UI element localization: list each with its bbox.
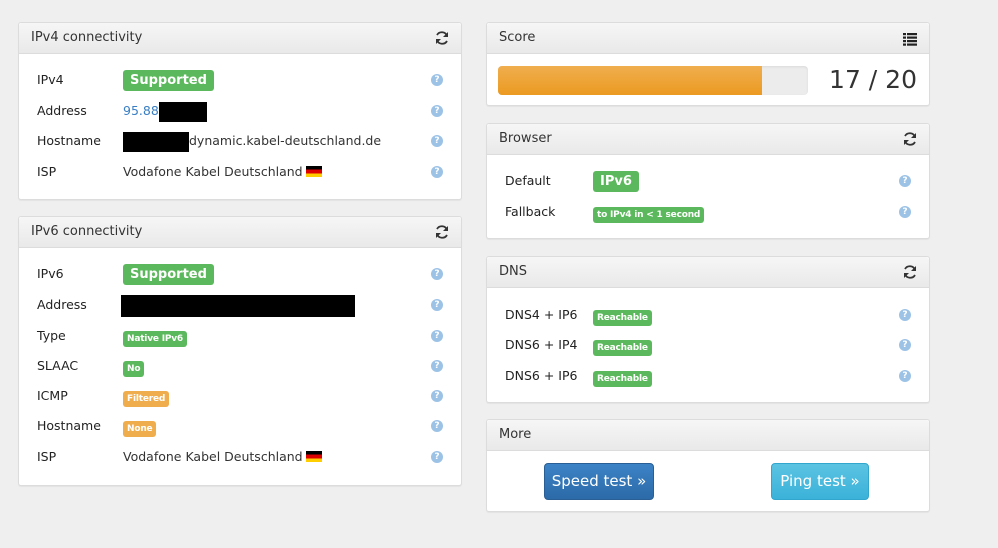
ipv4-panel-title: IPv4 connectivity xyxy=(31,30,143,45)
dns-row: DNS6 + IP6 Reachable ? xyxy=(487,366,929,388)
refresh-icon[interactable] xyxy=(434,224,450,240)
dns-row: DNS4 + IP6 Reachable ? xyxy=(487,305,929,327)
status-badge: Reachable xyxy=(593,371,652,387)
isp-value: Vodafone Kabel Deutschland xyxy=(123,164,303,179)
status-badge: None xyxy=(123,421,157,437)
help-icon[interactable]: ? xyxy=(431,330,443,342)
ipv6-row-ipv6: IPv6 Supported ? xyxy=(19,264,461,286)
row-label: Address xyxy=(37,103,87,118)
row-label: DNS6 + IP6 xyxy=(505,368,578,383)
dns-panel-title: DNS xyxy=(499,264,527,279)
row-label: ISP xyxy=(37,164,57,179)
refresh-icon[interactable] xyxy=(434,30,450,46)
help-icon[interactable]: ? xyxy=(431,299,443,311)
help-icon[interactable]: ? xyxy=(431,390,443,402)
help-icon[interactable]: ? xyxy=(899,309,911,321)
row-label: Address xyxy=(37,297,87,312)
row-label: Hostname xyxy=(37,418,101,433)
redacted-block xyxy=(121,295,355,317)
help-icon[interactable]: ? xyxy=(431,420,443,432)
ipv4-hostname-value: dynamic.kabel-deutschland.de xyxy=(189,133,382,148)
browser-panel: Browser Default IPv6 ? Fallback to IPv4 … xyxy=(486,123,930,239)
help-icon[interactable]: ? xyxy=(431,268,443,280)
row-label: DNS4 + IP6 xyxy=(505,307,578,322)
more-panel-title: More xyxy=(499,427,532,442)
status-badge: Supported xyxy=(123,70,214,91)
score-progress-fill xyxy=(498,66,762,95)
ipv6-connectivity-panel: IPv6 connectivity IPv6 Supported ? Addre… xyxy=(18,216,462,486)
help-icon[interactable]: ? xyxy=(431,360,443,372)
de-flag-icon xyxy=(305,166,322,177)
help-icon[interactable]: ? xyxy=(431,166,443,178)
help-icon[interactable]: ? xyxy=(899,175,911,187)
ipv6-row-isp: ISP Vodafone Kabel Deutschland ? xyxy=(19,447,461,469)
browser-panel-title: Browser xyxy=(499,131,552,146)
score-value: 17 / 20 xyxy=(829,65,917,94)
ipv6-row-slaac: SLAAC No ? xyxy=(19,356,461,378)
redacted-block xyxy=(158,101,207,122)
ipv6-row-address: Address ? xyxy=(19,295,461,317)
ipv4-row-ipv4: IPv4 Supported ? xyxy=(19,70,461,92)
help-icon[interactable]: ? xyxy=(899,370,911,382)
row-label: Type xyxy=(37,328,66,343)
row-label: Default xyxy=(505,173,551,188)
status-badge: Reachable xyxy=(593,310,652,326)
ipv6-panel-heading: IPv6 connectivity xyxy=(19,217,461,248)
status-badge: IPv6 xyxy=(593,171,639,192)
refresh-icon[interactable] xyxy=(902,131,918,147)
score-progress-bar xyxy=(498,66,808,95)
speed-test-button[interactable]: Speed test » xyxy=(544,463,654,500)
row-label: ICMP xyxy=(37,388,68,403)
dns-panel: DNS DNS4 + IP6 Reachable ? DNS6 + IP4 Re… xyxy=(486,256,930,403)
help-icon[interactable]: ? xyxy=(431,451,443,463)
score-panel: Score 17 / 20 xyxy=(486,22,930,106)
status-badge: Native IPv6 xyxy=(123,331,187,347)
ipv6-row-icmp: ICMP Filtered ? xyxy=(19,386,461,408)
ipv4-panel-heading: IPv4 connectivity xyxy=(19,23,461,54)
dns-panel-heading: DNS xyxy=(487,257,929,288)
ipv4-row-hostname: Hostname dynamic.kabel-deutschland.de ? xyxy=(19,131,461,153)
browser-panel-heading: Browser xyxy=(487,124,929,155)
ipv6-row-type: Type Native IPv6 ? xyxy=(19,326,461,348)
dns-row: DNS6 + IP4 Reachable ? xyxy=(487,335,929,357)
row-label: IPv6 xyxy=(37,266,64,281)
status-badge: No xyxy=(123,361,145,377)
row-label: Fallback xyxy=(505,204,556,219)
row-label: Hostname xyxy=(37,133,101,148)
ipv4-row-address: Address 95.88 ? xyxy=(19,101,461,123)
ipv4-row-isp: ISP Vodafone Kabel Deutschland ? xyxy=(19,162,461,184)
redacted-block xyxy=(123,131,189,152)
help-icon[interactable]: ? xyxy=(899,206,911,218)
ipv4-address-link[interactable]: 95.88 xyxy=(123,103,159,118)
more-panel-heading: More xyxy=(487,420,929,451)
status-badge: Reachable xyxy=(593,340,652,356)
score-panel-heading: Score xyxy=(487,23,929,54)
score-panel-title: Score xyxy=(499,30,536,45)
help-icon[interactable]: ? xyxy=(431,135,443,147)
more-panel: More Speed test » Ping test » xyxy=(486,419,930,512)
ipv6-panel-title: IPv6 connectivity xyxy=(31,224,143,239)
ping-test-button[interactable]: Ping test » xyxy=(771,463,869,500)
isp-value: Vodafone Kabel Deutschland xyxy=(123,449,303,464)
help-icon[interactable]: ? xyxy=(431,105,443,117)
help-icon[interactable]: ? xyxy=(431,74,443,86)
ipv6-row-hostname: Hostname None ? xyxy=(19,416,461,438)
status-badge: Filtered xyxy=(123,391,170,407)
row-label: SLAAC xyxy=(37,358,79,373)
browser-row-fallback: Fallback to IPv4 in < 1 second ? xyxy=(487,202,929,224)
status-badge: to IPv4 in < 1 second xyxy=(593,207,705,223)
ipv4-connectivity-panel: IPv4 connectivity IPv4 Supported ? Addre… xyxy=(18,22,462,200)
refresh-icon[interactable] xyxy=(902,264,918,280)
row-label: IPv4 xyxy=(37,72,64,87)
row-label: DNS6 + IP4 xyxy=(505,337,578,352)
status-badge: Supported xyxy=(123,264,214,285)
help-icon[interactable]: ? xyxy=(899,339,911,351)
de-flag-icon xyxy=(305,451,322,462)
list-icon[interactable] xyxy=(902,31,918,47)
row-label: ISP xyxy=(37,449,57,464)
browser-row-default: Default IPv6 ? xyxy=(487,171,929,193)
